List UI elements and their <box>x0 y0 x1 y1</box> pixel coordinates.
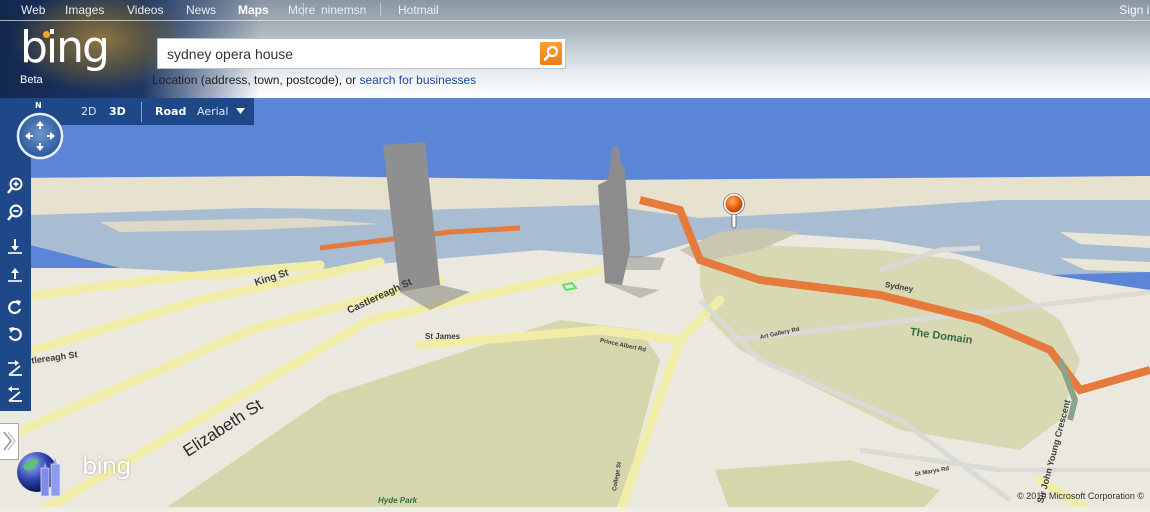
bing-logo[interactable]: bing <box>20 26 110 70</box>
road-style-button[interactable]: Road <box>155 105 186 118</box>
search-hint-text: Location (address, town, postcode), or <box>152 73 360 87</box>
nav-web[interactable]: Web <box>21 3 45 17</box>
map-canvas[interactable]: King St Castlereagh St Castlereagh St El… <box>0 98 1150 512</box>
top-navigation: Web Images Videos News Maps More ninemsn… <box>0 0 1150 21</box>
view-2d-button[interactable]: 2D <box>81 105 96 118</box>
view-3d-button[interactable]: 3D <box>109 105 126 118</box>
nav-news[interactable]: News <box>186 3 216 17</box>
label-hyde-park: Hyde Park <box>378 496 418 505</box>
beta-badge: Beta <box>20 74 43 86</box>
nav-hotmail[interactable]: Hotmail <box>398 3 439 17</box>
bottom-strip <box>0 507 1150 512</box>
bing-watermark: bing <box>82 452 131 480</box>
copyright-notice: © 2010 Microsoft Corporation © <box>1017 491 1144 501</box>
rotate-ccw-icon[interactable] <box>5 324 25 344</box>
tilt-up-icon[interactable] <box>5 264 25 284</box>
label-st-james: St James <box>425 332 461 341</box>
search-button[interactable] <box>540 42 562 65</box>
location-pushpin[interactable] <box>722 193 746 231</box>
toolbar-divider <box>141 102 142 122</box>
nav-maps[interactable]: Maps <box>238 3 269 17</box>
header: Web Images Videos News Maps More ninemsn… <box>0 0 1150 98</box>
bing-maps-page: Web Images Videos News Maps More ninemsn… <box>0 0 1150 512</box>
nav-videos[interactable]: Videos <box>127 3 163 17</box>
aerial-style-button[interactable]: Aerial <box>197 105 245 118</box>
nav-more[interactable]: More <box>288 3 315 17</box>
search-businesses-link[interactable]: search for businesses <box>359 73 476 87</box>
zoom-in-icon[interactable] <box>5 176 25 196</box>
search-icon <box>543 45 559 61</box>
search-input[interactable] <box>167 45 537 63</box>
map-3d-scene <box>0 98 1150 512</box>
bing-logo-dot <box>43 31 50 38</box>
aerial-label: Aerial <box>197 105 229 118</box>
nav-ninemsn[interactable]: ninemsn <box>321 3 366 17</box>
triangle-down-icon <box>235 108 245 114</box>
tilt-down-icon[interactable] <box>5 236 25 256</box>
zoom-out-icon[interactable] <box>5 203 25 223</box>
compass-north-label: N <box>35 101 42 110</box>
compass-pan-control[interactable] <box>16 112 64 160</box>
search-hint: Location (address, town, postcode), or s… <box>152 73 476 87</box>
nav-divider <box>380 3 381 16</box>
sign-in-link[interactable]: Sign in <box>1119 3 1150 17</box>
tilt-right-icon[interactable] <box>5 358 25 378</box>
rotate-cw-icon[interactable] <box>5 297 25 317</box>
nav-images[interactable]: Images <box>65 3 104 17</box>
tilt-left-icon[interactable] <box>5 384 25 404</box>
nav-divider <box>303 3 304 16</box>
bing-3d-globe-icon[interactable] <box>15 450 67 498</box>
search-box <box>157 38 566 69</box>
